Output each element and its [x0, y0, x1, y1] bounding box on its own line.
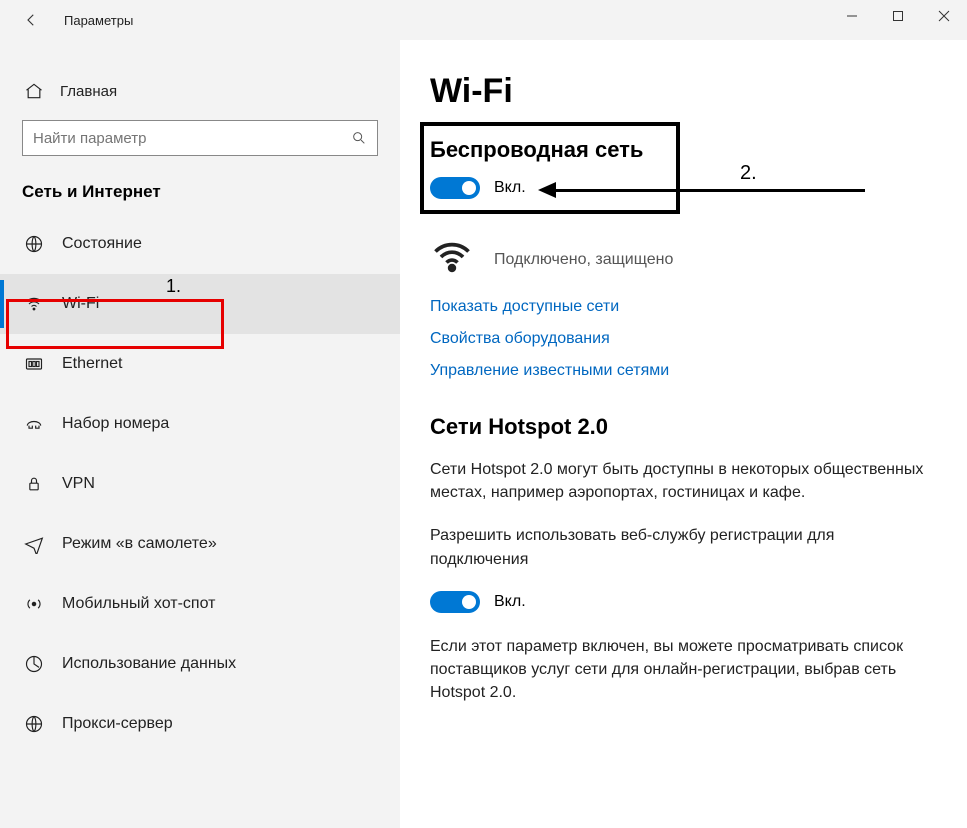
sidebar-item-label: Использование данных	[62, 655, 236, 673]
titlebar: Параметры	[0, 0, 967, 40]
link-hardware-properties[interactable]: Свойства оборудования	[430, 330, 939, 348]
wireless-toggle[interactable]	[430, 177, 480, 199]
sidebar-item-datausage[interactable]: Использование данных	[0, 634, 400, 694]
wifi-status-icon	[430, 235, 474, 284]
sidebar-item-label: Wi-Fi	[62, 295, 99, 313]
hotspot-description: Сети Hotspot 2.0 могут быть доступны в н…	[430, 458, 930, 504]
annotation-1-label: 1.	[166, 276, 181, 297]
hotspot-toggle-row: Вкл.	[430, 591, 939, 613]
wireless-toggle-row: Вкл.	[430, 177, 939, 199]
wireless-toggle-label: Вкл.	[494, 179, 526, 197]
sidebar-item-label: Набор номера	[62, 415, 169, 433]
datausage-icon	[24, 654, 54, 674]
page-title: Wi-Fi	[430, 72, 939, 111]
sidebar-item-vpn[interactable]: VPN	[0, 454, 400, 514]
dialup-icon	[24, 414, 54, 434]
vpn-icon	[24, 474, 54, 494]
sidebar-item-label: Мобильный хот-спот	[62, 595, 215, 613]
ethernet-icon	[24, 354, 54, 374]
proxy-icon	[24, 714, 54, 734]
wifi-status-text: Подключено, защищено	[494, 251, 673, 269]
airplane-icon	[24, 534, 54, 554]
sidebar-home[interactable]: Главная	[0, 68, 400, 114]
home-icon	[24, 81, 52, 101]
sidebar-category-title: Сеть и Интернет	[0, 174, 400, 214]
sidebar: Главная Сеть и Интернет Состояние Wi-Fi …	[0, 40, 400, 828]
wireless-section-title: Беспроводная сеть	[430, 137, 939, 163]
wifi-status: Подключено, защищено	[430, 235, 939, 284]
hotspot-allow-label: Разрешить использовать веб-службу регист…	[430, 524, 930, 570]
minimize-button[interactable]	[829, 0, 875, 32]
sidebar-item-label: Состояние	[62, 235, 142, 253]
hotspot-section-title: Сети Hotspot 2.0	[430, 414, 939, 440]
content-area: Wi-Fi Беспроводная сеть Вкл. Подключено,…	[400, 40, 967, 828]
sidebar-item-label: VPN	[62, 475, 95, 493]
sidebar-home-label: Главная	[60, 83, 117, 100]
annotation-2-box	[420, 122, 680, 214]
sidebar-item-label: Ethernet	[62, 355, 122, 373]
sidebar-item-proxy[interactable]: Прокси-сервер	[0, 694, 400, 754]
sidebar-item-hotspot[interactable]: Мобильный хот-спот	[0, 574, 400, 634]
hotspot-info: Если этот параметр включен, вы можете пр…	[430, 635, 930, 705]
link-manage-networks[interactable]: Управление известными сетями	[430, 362, 939, 380]
globe-icon	[24, 234, 54, 254]
sidebar-item-status[interactable]: Состояние	[0, 214, 400, 274]
hotspot-icon	[24, 594, 54, 614]
window-controls	[829, 0, 967, 32]
hotspot-toggle-label: Вкл.	[494, 593, 526, 611]
sidebar-item-ethernet[interactable]: Ethernet	[0, 334, 400, 394]
hotspot-toggle[interactable]	[430, 591, 480, 613]
window-title: Параметры	[64, 13, 133, 28]
sidebar-item-label: Прокси-сервер	[62, 715, 173, 733]
search-icon	[341, 130, 377, 146]
search-box[interactable]	[22, 120, 378, 156]
sidebar-item-airplane[interactable]: Режим «в самолете»	[0, 514, 400, 574]
annotation-2-label: 2.	[740, 162, 757, 185]
wifi-icon	[24, 294, 54, 314]
sidebar-item-dialup[interactable]: Набор номера	[0, 394, 400, 454]
search-input[interactable]	[23, 130, 341, 147]
annotation-2-arrow	[555, 189, 865, 192]
link-show-networks[interactable]: Показать доступные сети	[430, 298, 939, 316]
maximize-button[interactable]	[875, 0, 921, 32]
sidebar-item-wifi[interactable]: Wi-Fi	[0, 274, 400, 334]
back-button[interactable]	[14, 0, 48, 40]
annotation-2-arrowhead	[538, 182, 556, 198]
close-button[interactable]	[921, 0, 967, 32]
sidebar-item-label: Режим «в самолете»	[62, 535, 217, 553]
